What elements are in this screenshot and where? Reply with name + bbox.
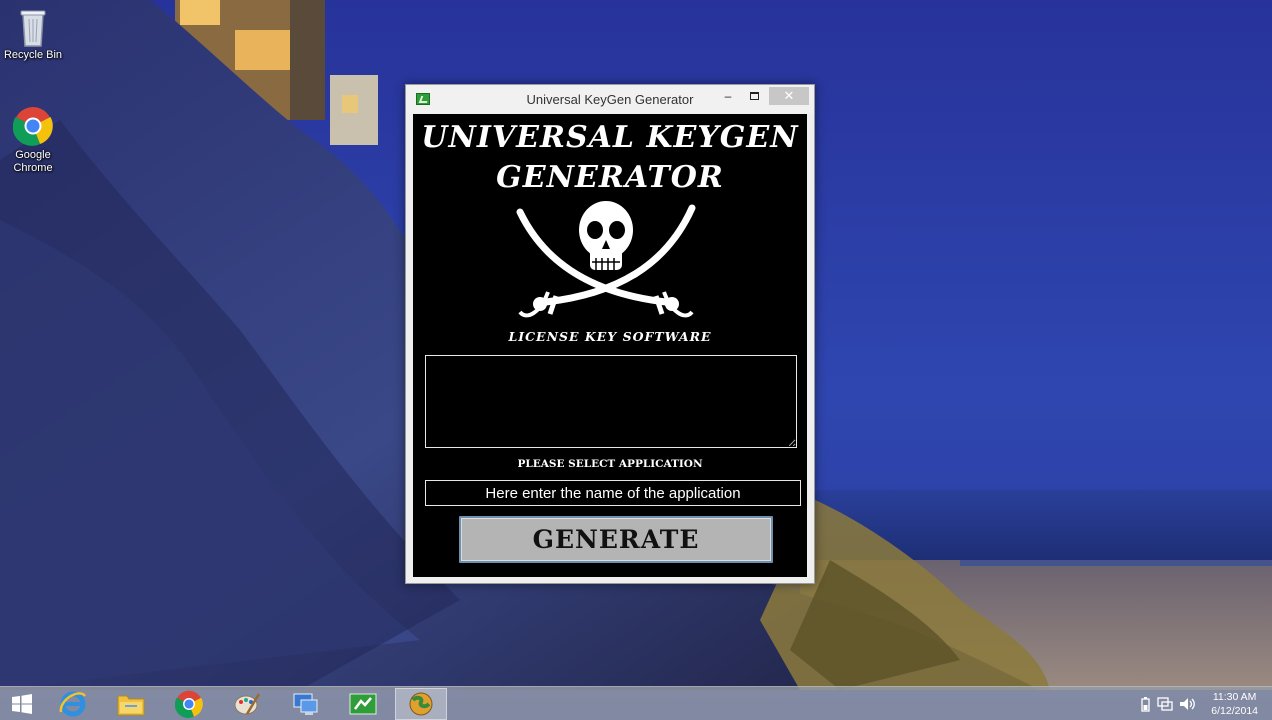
paint-icon bbox=[234, 693, 261, 715]
skull-crossed-swords-icon bbox=[516, 196, 696, 328]
taskbar-internet-explorer[interactable] bbox=[47, 688, 99, 720]
clock-time: 11:30 AM bbox=[1212, 691, 1257, 703]
globe-app-icon bbox=[409, 692, 433, 716]
desktop-icon-label: Google Chrome bbox=[13, 149, 53, 174]
desktop-icon-google-chrome[interactable]: Google Chrome bbox=[0, 106, 66, 175]
volume-icon[interactable] bbox=[1178, 696, 1196, 712]
remote-desktop-icon bbox=[293, 693, 318, 715]
recycle-bin-icon bbox=[13, 6, 53, 47]
desktop-icon-recycle-bin[interactable]: Recycle Bin bbox=[0, 6, 66, 62]
taskbar-paint[interactable] bbox=[221, 688, 273, 720]
minimize-button[interactable]: – bbox=[720, 87, 736, 105]
select-application-label: PLEASE SELECT APPLICATION bbox=[517, 458, 703, 470]
brand-title-line2: GENERATOR bbox=[496, 160, 724, 195]
tagline: LICENSE KEY SOFTWARE bbox=[508, 329, 712, 344]
clock-date: 6/12/2014 bbox=[1211, 705, 1258, 717]
network-icon[interactable] bbox=[1156, 696, 1174, 712]
windows-start-icon bbox=[12, 694, 32, 714]
taskbar-remote-desktop[interactable] bbox=[279, 688, 331, 720]
window-client-area: UNIVERSAL KEYGEN GENERATOR LICENSE KEY S… bbox=[413, 114, 807, 577]
window-titlebar[interactable]: Universal KeyGen Generator – ✕ bbox=[406, 85, 814, 113]
file-explorer-icon bbox=[117, 695, 145, 716]
keygen-app-icon bbox=[349, 693, 377, 715]
chrome-icon bbox=[12, 106, 53, 146]
brand-title-line1: UNIVERSAL KEYGEN bbox=[421, 120, 799, 155]
generate-button[interactable]: GENERATE bbox=[459, 516, 773, 563]
battery-icon[interactable] bbox=[1138, 696, 1152, 712]
start-button[interactable] bbox=[0, 688, 44, 720]
taskbar: 11:30 AM 6/12/2014 bbox=[0, 686, 1272, 720]
internet-explorer-icon bbox=[59, 691, 86, 717]
brand-title: UNIVERSAL KEYGEN GENERATOR bbox=[413, 118, 807, 198]
system-tray bbox=[1138, 687, 1196, 720]
maximize-icon bbox=[749, 92, 759, 100]
taskbar-file-explorer[interactable] bbox=[105, 688, 157, 720]
taskbar-clock[interactable]: 11:30 AM 6/12/2014 bbox=[1211, 690, 1258, 718]
taskbar-chrome[interactable] bbox=[163, 688, 215, 720]
application-name-input[interactable] bbox=[425, 480, 801, 506]
close-button[interactable]: ✕ bbox=[769, 87, 809, 105]
license-key-output[interactable] bbox=[425, 355, 797, 448]
taskbar-keygen-app[interactable] bbox=[337, 688, 389, 720]
keygen-window: Universal KeyGen Generator – ✕ UNIVERSAL… bbox=[405, 84, 815, 584]
desktop-icon-label: Recycle Bin bbox=[3, 49, 63, 61]
chrome-icon bbox=[175, 690, 203, 718]
maximize-button[interactable] bbox=[746, 87, 762, 105]
taskbar-globe-app[interactable] bbox=[395, 688, 447, 720]
